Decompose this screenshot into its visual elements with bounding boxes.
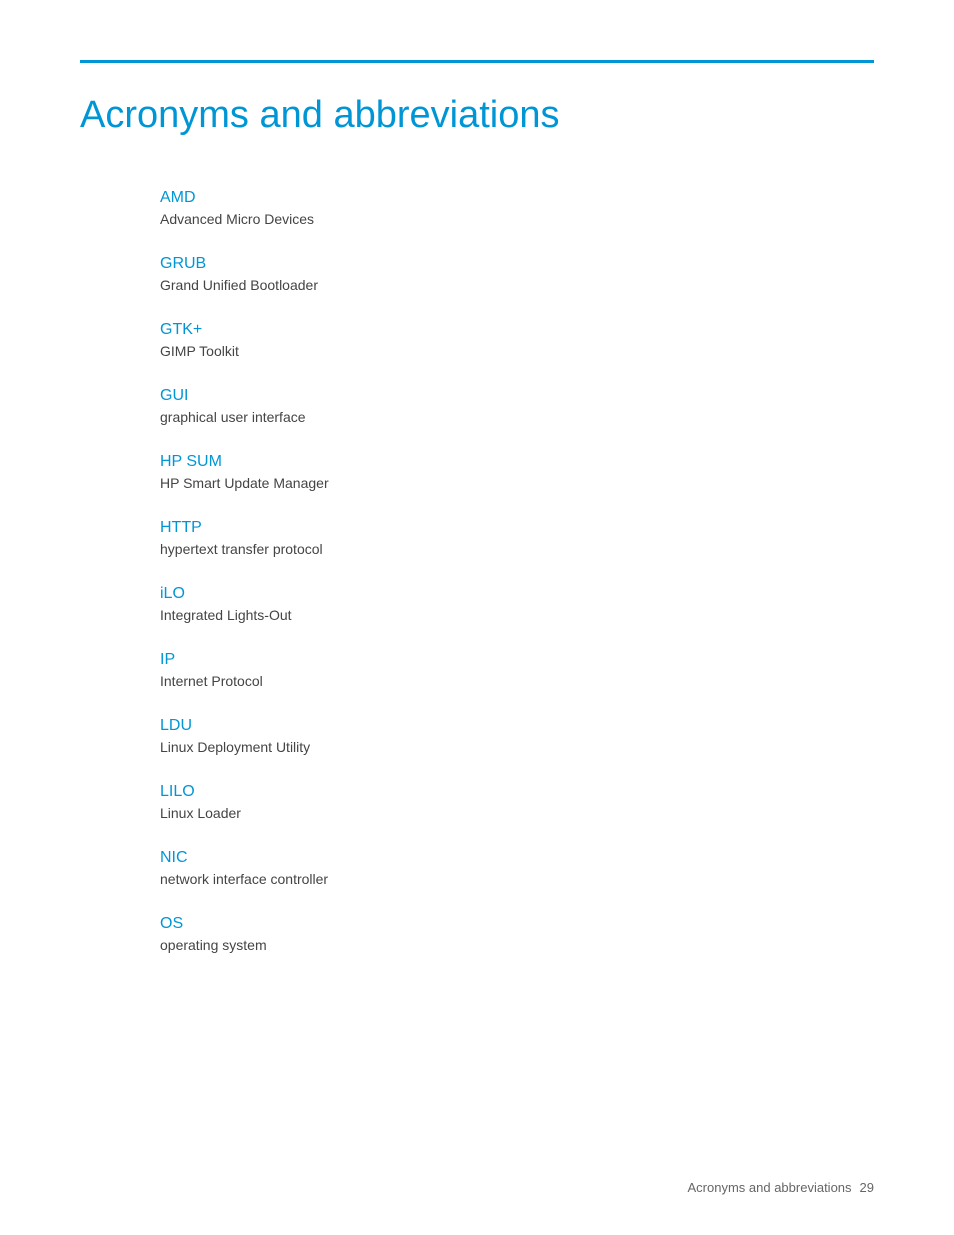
acronym-entry: GTK+ GIMP Toolkit [160,321,874,359]
acronym-definition: GIMP Toolkit [160,343,874,359]
acronym-definition: Linux Loader [160,805,874,821]
page-title: Acronyms and abbreviations [80,93,874,139]
acronym-entry: IP Internet Protocol [160,651,874,689]
acronym-term: NIC [160,849,874,867]
page-footer: Acronyms and abbreviations 29 [688,1180,875,1195]
acronym-definition: HP Smart Update Manager [160,475,874,491]
acronym-entry: NIC network interface controller [160,849,874,887]
acronym-entry: GUI graphical user interface [160,387,874,425]
acronym-entry: OS operating system [160,915,874,953]
acronym-term: HP SUM [160,453,874,471]
acronym-list: AMD Advanced Micro Devices GRUB Grand Unifi… [160,189,874,953]
acronym-term: iLO [160,585,874,603]
acronym-definition: Grand Unified Bootloader [160,277,874,293]
acronym-entry: LDU Linux Deployment Utility [160,717,874,755]
acronym-term: IP [160,651,874,669]
acronym-definition: Integrated Lights-Out [160,607,874,623]
acronym-term: LDU [160,717,874,735]
acronym-term: GUI [160,387,874,405]
acronym-term: GTK+ [160,321,874,339]
acronym-definition: operating system [160,937,874,953]
footer-label: Acronyms and abbreviations [688,1180,852,1195]
acronym-entry: LILO Linux Loader [160,783,874,821]
acronym-definition: Internet Protocol [160,673,874,689]
acronym-term: LILO [160,783,874,801]
top-border [80,60,874,63]
acronym-entry: AMD Advanced Micro Devices [160,189,874,227]
acronym-entry: HP SUM HP Smart Update Manager [160,453,874,491]
acronym-definition: graphical user interface [160,409,874,425]
acronym-term: HTTP [160,519,874,537]
acronym-definition: Linux Deployment Utility [160,739,874,755]
page-container: Acronyms and abbreviations AMD Advanced M… [0,0,954,1061]
acronym-definition: network interface controller [160,871,874,887]
footer-page-number: 29 [860,1180,874,1195]
acronym-term: OS [160,915,874,933]
acronym-entry: HTTP hypertext transfer protocol [160,519,874,557]
acronym-entry: iLO Integrated Lights-Out [160,585,874,623]
acronym-entry: GRUB Grand Unified Bootloader [160,255,874,293]
acronym-term: GRUB [160,255,874,273]
acronym-term: AMD [160,189,874,207]
acronym-definition: Advanced Micro Devices [160,211,874,227]
acronym-definition: hypertext transfer protocol [160,541,874,557]
